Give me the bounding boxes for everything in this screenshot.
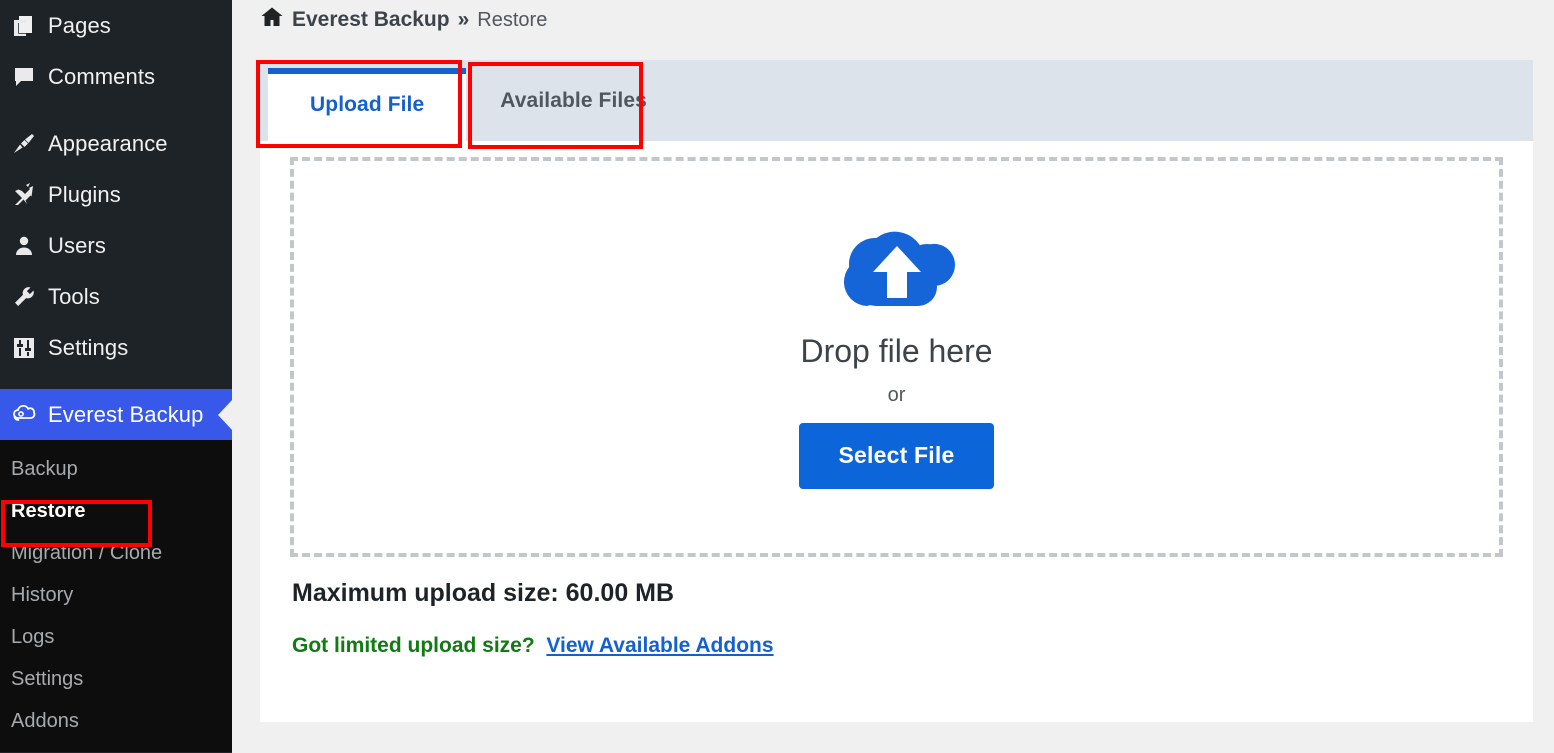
- sidebar-item-tools[interactable]: Tools: [0, 271, 232, 322]
- breadcrumb-separator: »: [458, 8, 470, 32]
- submenu-item-label: Migration / Clone: [11, 542, 162, 565]
- submenu-item-addons[interactable]: Addons: [0, 700, 232, 742]
- sidebar-item-label: Settings: [42, 335, 128, 361]
- breadcrumb-current: Restore: [477, 9, 547, 32]
- view-available-addons-link[interactable]: View Available Addons: [546, 634, 773, 657]
- tab-label: Upload File: [310, 93, 424, 117]
- main-content: Everest Backup » Restore Upload File Ava…: [232, 0, 1554, 753]
- sidebar-item-pages[interactable]: Pages: [0, 0, 232, 51]
- tab-bar: Upload File Available Files: [260, 60, 1533, 141]
- tab-upload-file[interactable]: Upload File: [268, 68, 466, 141]
- sidebar-item-settings[interactable]: Settings: [0, 322, 232, 373]
- tab-label: Available Files: [500, 89, 647, 113]
- dropzone-title: Drop file here: [800, 333, 992, 370]
- submenu-item-history[interactable]: History: [0, 574, 232, 616]
- everest-backup-submenu: Backup Restore Migration / Clone History…: [0, 440, 232, 752]
- pages-icon: [6, 14, 42, 38]
- max-upload-size-text: Maximum upload size: 60.00 MB: [292, 579, 1533, 608]
- sidebar-item-users[interactable]: Users: [0, 220, 232, 271]
- sidebar-item-label: Appearance: [42, 131, 168, 157]
- submenu-item-label: Backup: [11, 458, 78, 481]
- tab-available-files[interactable]: Available Files: [466, 60, 681, 141]
- appearance-brush-icon: [6, 132, 42, 156]
- addons-prompt: Got limited upload size? View Available …: [292, 634, 1533, 658]
- cloud-upload-icon: [837, 220, 957, 317]
- dropzone-or-text: or: [888, 384, 906, 407]
- sidebar-item-everest-backup[interactable]: Everest Backup: [0, 389, 232, 440]
- sidebar-item-label: Pages: [42, 13, 111, 39]
- sidebar-item-label: Plugins: [42, 182, 121, 208]
- sidebar-divider: [0, 102, 232, 118]
- dropzone-wrapper: Drop file here or Select File: [260, 141, 1533, 557]
- plugins-plug-icon: [6, 183, 42, 207]
- users-person-icon: [6, 234, 42, 258]
- submenu-item-backup[interactable]: Backup: [0, 448, 232, 490]
- sidebar-item-label: Everest Backup: [42, 402, 203, 428]
- sidebar-item-appearance[interactable]: Appearance: [0, 118, 232, 169]
- breadcrumb-root[interactable]: Everest Backup: [292, 8, 450, 32]
- settings-sliders-icon: [6, 336, 42, 360]
- sidebar-item-label: Comments: [42, 64, 155, 90]
- admin-sidebar: Pages Comments: [0, 0, 232, 753]
- restore-panel: Upload File Available Files: [260, 60, 1533, 722]
- admin-screen: Pages Comments: [0, 0, 1554, 753]
- submenu-item-logs[interactable]: Logs: [0, 616, 232, 658]
- home-icon: [260, 5, 284, 35]
- sidebar-top-menu: Pages Comments: [0, 0, 232, 440]
- select-file-button[interactable]: Select File: [799, 423, 995, 489]
- sidebar-item-comments[interactable]: Comments: [0, 51, 232, 102]
- limited-upload-question: Got limited upload size?: [292, 634, 535, 657]
- sidebar-item-label: Users: [42, 233, 106, 259]
- submenu-item-label: Settings: [11, 668, 83, 691]
- everest-backup-cloud-icon: [6, 402, 42, 428]
- submenu-item-migration-clone[interactable]: Migration / Clone: [0, 532, 232, 574]
- file-dropzone[interactable]: Drop file here or Select File: [290, 157, 1503, 557]
- comments-icon: [6, 65, 42, 89]
- submenu-item-settings[interactable]: Settings: [0, 658, 232, 700]
- submenu-item-label: Logs: [11, 626, 54, 649]
- submenu-item-label: Restore: [11, 500, 85, 523]
- submenu-item-label: History: [11, 584, 73, 607]
- sidebar-item-label: Tools: [42, 284, 100, 310]
- breadcrumb: Everest Backup » Restore: [260, 0, 547, 40]
- submenu-item-restore[interactable]: Restore: [0, 490, 232, 532]
- sidebar-divider: [0, 373, 232, 389]
- sidebar-item-plugins[interactable]: Plugins: [0, 169, 232, 220]
- tools-wrench-icon: [6, 285, 42, 309]
- submenu-item-label: Addons: [11, 710, 79, 733]
